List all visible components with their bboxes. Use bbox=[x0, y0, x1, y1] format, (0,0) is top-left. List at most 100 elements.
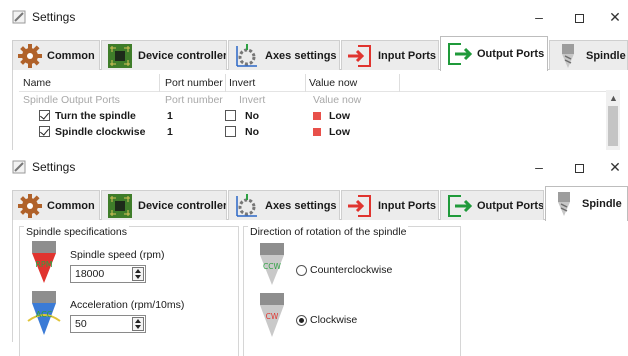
icon-caption: RPM bbox=[35, 260, 52, 269]
counterclockwise-spindle-icon: CCW bbox=[260, 243, 284, 285]
axes-icon bbox=[236, 193, 257, 217]
tab-label: Spindle bbox=[582, 198, 622, 210]
spindle-icon bbox=[558, 192, 570, 216]
window-title: Settings bbox=[32, 160, 76, 174]
row-invert: No bbox=[245, 110, 259, 122]
spindle-speed-value: 18000 bbox=[75, 268, 105, 280]
circuit-board-icon bbox=[108, 43, 132, 68]
acceleration-input[interactable]: 50 bbox=[70, 315, 146, 333]
tab-device-controller[interactable]: Device controller bbox=[101, 190, 227, 220]
output-ports-table: Name Port number Invert Value now Spindl… bbox=[19, 74, 609, 140]
vertical-scrollbar[interactable]: ▲ bbox=[606, 90, 620, 150]
row-invert-checkbox[interactable] bbox=[225, 110, 236, 121]
tab-bar: Common Device controller Axes settings I… bbox=[12, 186, 628, 221]
tab-label: Device controller bbox=[138, 49, 227, 62]
tab-common[interactable]: Common bbox=[12, 190, 100, 220]
clockwise-radio[interactable] bbox=[296, 315, 307, 326]
tab-label: Spindle bbox=[586, 49, 626, 62]
tab-axes-settings[interactable]: Axes settings bbox=[228, 40, 340, 70]
output-arrow-icon bbox=[448, 194, 473, 217]
table-header: Name Port number Invert Value now bbox=[19, 74, 609, 92]
column-header-port[interactable]: Port number bbox=[165, 77, 223, 89]
icon-caption: ACC bbox=[36, 310, 53, 319]
spin-down-icon[interactable] bbox=[135, 275, 141, 279]
row-port[interactable]: 1 bbox=[167, 126, 173, 138]
input-arrow-icon bbox=[348, 44, 371, 67]
tab-spindle[interactable]: Spindle bbox=[549, 40, 628, 70]
circuit-board-icon bbox=[108, 193, 132, 218]
scroll-up-icon[interactable]: ▲ bbox=[609, 93, 618, 103]
counterclockwise-label[interactable]: Counterclockwise bbox=[310, 264, 392, 276]
column-separator bbox=[159, 74, 160, 92]
tab-output-ports[interactable]: Output Ports bbox=[440, 36, 548, 71]
group-port: Port number bbox=[165, 94, 223, 106]
row-port[interactable]: 1 bbox=[167, 110, 173, 122]
group-title: Spindle specifications bbox=[24, 226, 129, 238]
column-header-value[interactable]: Value now bbox=[309, 77, 357, 89]
acceleration-icon: ACC bbox=[27, 291, 61, 335]
column-separator bbox=[305, 74, 306, 92]
column-header-invert[interactable]: Invert bbox=[229, 77, 255, 89]
close-button[interactable]: ✕ bbox=[600, 156, 628, 178]
tab-label: Common bbox=[47, 49, 95, 62]
acceleration-value: 50 bbox=[75, 318, 87, 330]
table-group-row: Spindle Output Ports Port number Invert … bbox=[19, 92, 609, 108]
maximize-button[interactable] bbox=[564, 156, 594, 178]
group-invert: Invert bbox=[239, 94, 266, 106]
row-invert-checkbox[interactable] bbox=[225, 126, 236, 137]
tab-input-ports[interactable]: Input Ports bbox=[341, 190, 439, 220]
tab-device-controller[interactable]: Device controller bbox=[101, 40, 227, 70]
spin-up-icon[interactable] bbox=[135, 269, 141, 273]
icon-caption: CW bbox=[266, 312, 279, 321]
tab-label: Axes settings bbox=[265, 49, 337, 62]
column-header-name[interactable]: Name bbox=[23, 77, 51, 89]
tab-label: Output Ports bbox=[477, 48, 545, 60]
axes-icon bbox=[236, 43, 257, 67]
spin-buttons[interactable] bbox=[132, 267, 144, 281]
tab-common[interactable]: Common bbox=[12, 40, 100, 70]
close-button[interactable]: ✕ bbox=[600, 6, 628, 28]
spindle-panel: Spindle specifications RPM Spindle speed… bbox=[12, 220, 628, 356]
tab-label: Input Ports bbox=[378, 49, 437, 62]
tab-output-ports[interactable]: Output Ports bbox=[440, 190, 544, 220]
settings-app-icon bbox=[12, 10, 26, 24]
row-enable-checkbox[interactable] bbox=[39, 110, 50, 121]
clockwise-label[interactable]: Clockwise bbox=[310, 314, 357, 326]
tab-label: Axes settings bbox=[265, 199, 337, 212]
output-ports-panel: Name Port number Invert Value now Spindl… bbox=[12, 70, 628, 150]
row-enable-checkbox[interactable] bbox=[39, 126, 50, 137]
led-low-icon bbox=[313, 112, 321, 120]
maximize-icon bbox=[574, 163, 584, 173]
spin-buttons[interactable] bbox=[132, 317, 144, 331]
column-separator bbox=[225, 74, 226, 92]
spin-up-icon[interactable] bbox=[135, 319, 141, 323]
spindle-icon bbox=[562, 43, 574, 68]
tab-label: Common bbox=[47, 199, 95, 212]
spin-down-icon[interactable] bbox=[135, 325, 141, 329]
tab-input-ports[interactable]: Input Ports bbox=[341, 40, 439, 70]
tab-spindle[interactable]: Spindle bbox=[545, 186, 628, 221]
title-bar: Settings – ✕ bbox=[0, 0, 628, 34]
settings-app-icon bbox=[12, 160, 26, 174]
title-bar: Settings – ✕ bbox=[0, 150, 628, 184]
table-row[interactable]: Spindle clockwise 1 No Low bbox=[19, 124, 609, 140]
scrollbar-thumb[interactable] bbox=[608, 106, 618, 146]
maximize-button[interactable] bbox=[564, 6, 594, 28]
gear-icon bbox=[18, 193, 42, 218]
group-value: Value now bbox=[313, 94, 362, 106]
settings-window-output-ports: Settings – ✕ Common Device controller Ax… bbox=[0, 0, 628, 150]
icon-caption: CCW bbox=[263, 262, 281, 271]
table-row[interactable]: Turn the spindle 1 No Low bbox=[19, 108, 609, 124]
group-title: Direction of rotation of the spindle bbox=[248, 226, 409, 238]
minimize-button[interactable]: – bbox=[524, 156, 554, 178]
spindle-speed-icon: RPM bbox=[32, 241, 56, 283]
spindle-speed-label: Spindle speed (rpm) bbox=[70, 249, 165, 261]
tab-axes-settings[interactable]: Axes settings bbox=[228, 190, 340, 220]
acceleration-label: Acceleration (rpm/10ms) bbox=[70, 299, 185, 311]
minimize-button[interactable]: – bbox=[524, 6, 554, 28]
row-value: Low bbox=[329, 110, 350, 122]
counterclockwise-radio[interactable] bbox=[296, 265, 307, 276]
window-title: Settings bbox=[32, 10, 76, 24]
tab-label: Output Ports bbox=[477, 199, 544, 212]
spindle-speed-input[interactable]: 18000 bbox=[70, 265, 146, 283]
